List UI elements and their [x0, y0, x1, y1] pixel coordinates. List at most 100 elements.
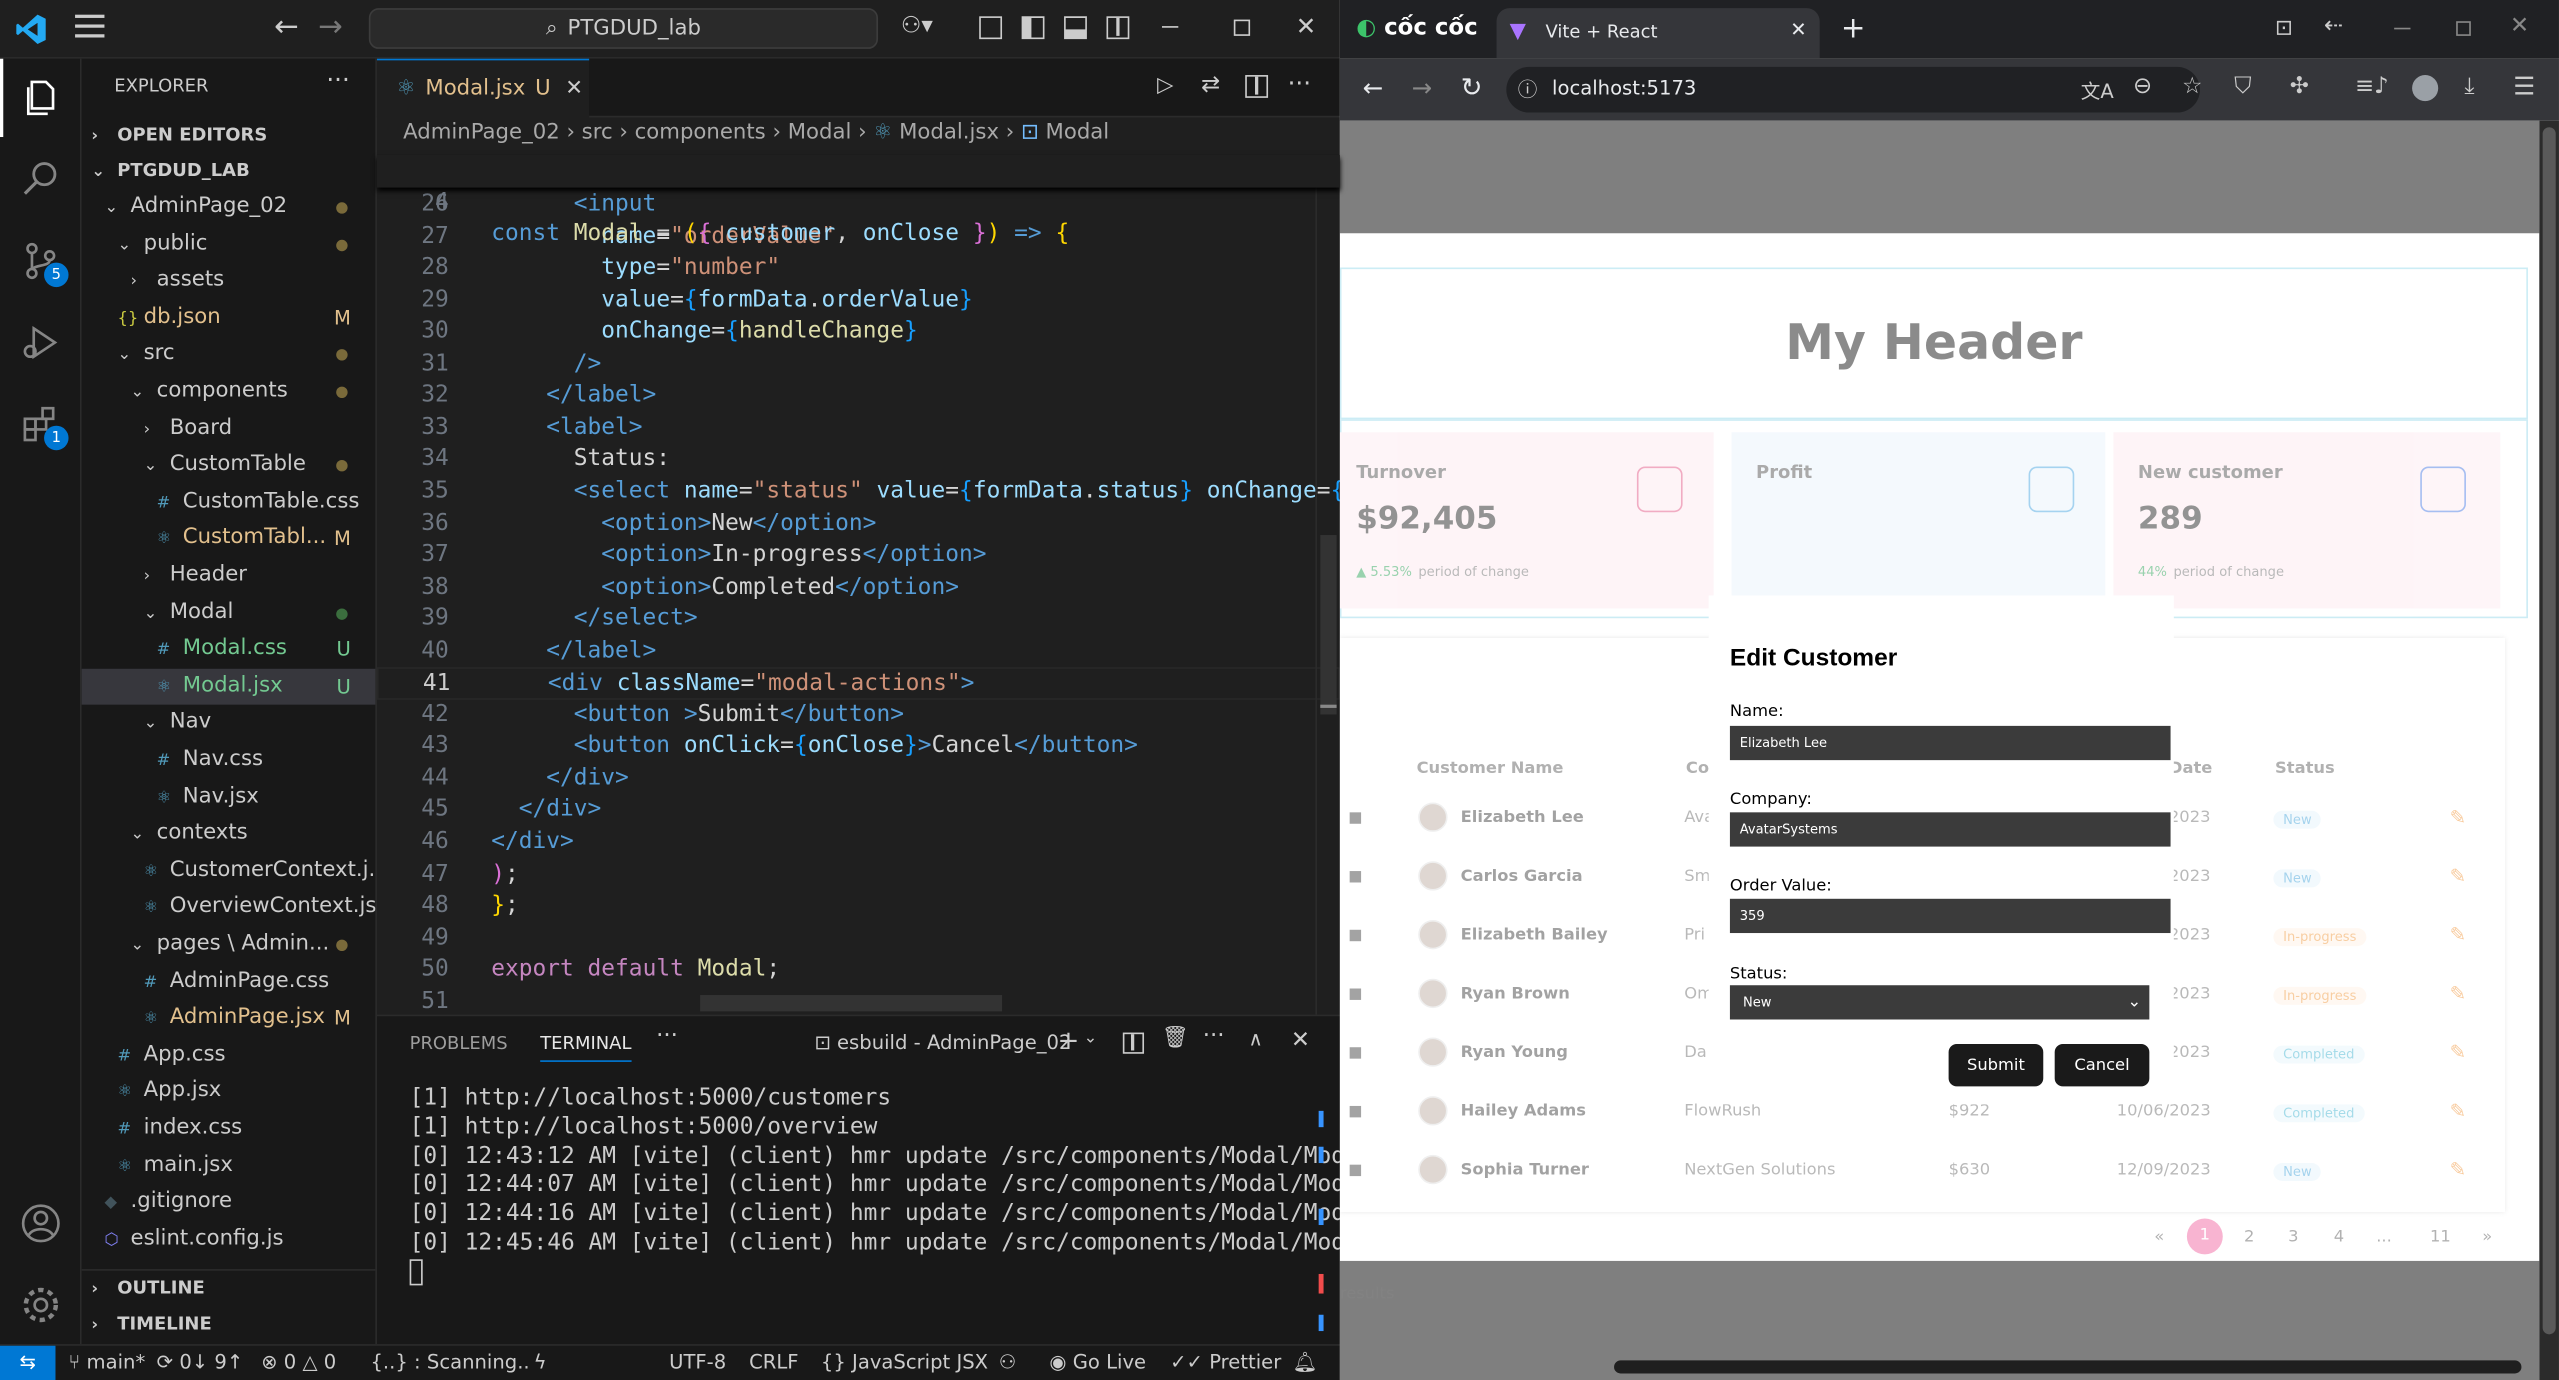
name-input[interactable]: Elizabeth Lee: [1729, 725, 2171, 761]
row-checkbox[interactable]: [1349, 929, 1362, 942]
tree-item[interactable]: ◆ .gitignore: [82, 1185, 376, 1222]
tree-item[interactable]: › Header: [82, 558, 376, 595]
edit-pencil-icon[interactable]: ✎: [2450, 1158, 2466, 1181]
tab-terminal[interactable]: TERMINAL: [540, 1033, 632, 1062]
copilot-icon[interactable]: ⚇▾: [901, 13, 937, 42]
browser-maximize-icon[interactable]: [2456, 21, 2471, 36]
settings-gear-icon[interactable]: [0, 1266, 82, 1344]
run-icon[interactable]: ▷: [1157, 73, 1173, 97]
language-indicator[interactable]: {} JavaScript JSX: [821, 1351, 988, 1374]
minimize-icon[interactable]: [1161, 26, 1179, 28]
browser-menu-icon[interactable]: ☰: [2513, 72, 2535, 101]
row-checkbox[interactable]: [1349, 988, 1362, 1000]
tree-item[interactable]: ⚛ Nav.jsx: [82, 779, 376, 816]
column-header[interactable]: Status: [2275, 760, 2335, 778]
column-header[interactable]: Co: [1686, 760, 1709, 778]
copilot-status-icon[interactable]: ⚇: [999, 1351, 1017, 1374]
encoding-indicator[interactable]: UTF-8: [669, 1351, 726, 1374]
tab-problems[interactable]: PROBLEMS: [410, 1033, 508, 1054]
toggle-secondary-sidebar-icon[interactable]: [1106, 16, 1130, 40]
tree-item[interactable]: ⚛ OverviewContext.jsx: [82, 890, 376, 927]
pagination-item[interactable]: 11: [2430, 1228, 2451, 1246]
tree-item[interactable]: ⚛ Modal.jsx U: [81, 668, 376, 706]
tab-modal-jsx[interactable]: ⚛ Modal.jsx U ✕: [376, 58, 590, 118]
tree-item[interactable]: ⚛ AdminPage.jsx M: [82, 1000, 376, 1037]
maximize-panel-icon[interactable]: ∧: [1248, 1028, 1262, 1051]
branch-indicator[interactable]: ⑂ main*: [69, 1351, 146, 1374]
pagination-item[interactable]: »: [2482, 1228, 2492, 1246]
profile-avatar-icon[interactable]: [2412, 75, 2439, 102]
remote-icon[interactable]: ⇆: [0, 1345, 56, 1380]
browser-minimize-icon[interactable]: [2394, 27, 2411, 30]
row-checkbox[interactable]: [1349, 812, 1362, 824]
edit-pencil-icon[interactable]: ✎: [2450, 1041, 2466, 1064]
split-editor-icon[interactable]: [1245, 75, 1269, 98]
workspace-root[interactable]: ⌄ PTGDUD_LAB: [82, 153, 376, 190]
editor-more-icon[interactable]: ···: [1288, 69, 1311, 98]
more-actions-icon[interactable]: ···: [326, 65, 349, 94]
terminal-selector[interactable]: ⊡ esbuild - AdminPage_02: [814, 1031, 1071, 1054]
browser-tab-close-icon[interactable]: ✕: [1790, 18, 1806, 41]
tree-item[interactable]: ⚛ main.jsx: [82, 1148, 376, 1185]
open-editors-section[interactable]: › OPEN EDITORS: [82, 117, 376, 154]
tab-search-icon[interactable]: ⊡: [2275, 16, 2293, 40]
pagination-item[interactable]: 4: [2334, 1228, 2344, 1246]
tree-item[interactable]: ⌄ AdminPage_02: [82, 189, 376, 226]
timeline-section[interactable]: › TIMELINE: [82, 1307, 376, 1344]
tree-item[interactable]: ⌄ components: [82, 374, 376, 411]
shield-icon[interactable]: ⛉: [2234, 73, 2251, 99]
tree-item[interactable]: ⌄ pages \ Admin...: [82, 927, 376, 964]
run-debug-icon[interactable]: [0, 303, 82, 381]
pagination-item[interactable]: 1: [2186, 1218, 2223, 1255]
breadcrumb-item[interactable]: Modal: [1046, 121, 1110, 145]
toggle-sidebar-icon[interactable]: [1021, 16, 1045, 40]
panel-more-icon[interactable]: ···: [656, 1023, 678, 1049]
tree-item[interactable]: {} db.json M: [82, 300, 376, 337]
go-live-button[interactable]: ◉ Go Live: [1049, 1351, 1146, 1374]
eol-indicator[interactable]: CRLF: [749, 1351, 798, 1374]
edit-pencil-icon[interactable]: ✎: [2450, 1099, 2466, 1122]
tree-item[interactable]: # CustomTable.css: [82, 484, 376, 521]
prettier-indicator[interactable]: ✓✓ Prettier: [1170, 1351, 1281, 1374]
tree-item[interactable]: ⚛ CustomerContext.j...: [82, 853, 376, 890]
extensions-icon[interactable]: 1: [0, 385, 82, 463]
site-info-icon[interactable]: ⓘ: [1518, 75, 1538, 103]
row-checkbox[interactable]: [1349, 1047, 1362, 1059]
download-icon[interactable]: ⤓: [2464, 73, 2474, 99]
browser-tab-active[interactable]: ▼ Vite + React ✕: [1496, 8, 1820, 59]
tree-item[interactable]: › assets: [82, 263, 376, 300]
close-icon[interactable]: ✕: [1296, 11, 1317, 40]
breadcrumb-item[interactable]: Modal.jsx: [899, 121, 999, 145]
tree-item[interactable]: ⚛ CustomTabl... M: [82, 521, 376, 558]
editor-horizontal-scrollbar[interactable]: [377, 995, 1340, 1015]
tree-item[interactable]: ⌄ src: [82, 337, 376, 374]
company-input[interactable]: AvatarSystems: [1729, 812, 2171, 847]
kill-terminal-icon[interactable]: 🗑: [1162, 1026, 1189, 1050]
back-arrow-icon[interactable]: ←: [274, 10, 299, 44]
history-icon[interactable]: ⇠: [2324, 13, 2343, 39]
pagination-item[interactable]: 3: [2288, 1228, 2298, 1246]
tree-item[interactable]: ⚛ App.jsx: [82, 1074, 376, 1111]
submit-button[interactable]: Submit: [1948, 1043, 2044, 1087]
close-panel-icon[interactable]: ✕: [1291, 1028, 1310, 1054]
translate-icon[interactable]: 文A: [2081, 77, 2114, 105]
status-select[interactable]: New ⌄: [1729, 985, 2150, 1020]
browser-close-icon[interactable]: ✕: [2510, 13, 2529, 39]
breadcrumb-item[interactable]: Modal: [788, 121, 852, 145]
column-header[interactable]: Date: [2169, 760, 2212, 778]
breadcrumb-item[interactable]: AdminPage_02: [403, 121, 560, 145]
row-checkbox[interactable]: [1349, 1105, 1362, 1118]
extensions-puzzle-icon[interactable]: ✣: [2290, 73, 2309, 99]
tab-close-icon[interactable]: ✕: [565, 77, 583, 101]
forward-arrow-icon[interactable]: →: [318, 10, 343, 44]
tree-item[interactable]: # Nav.css: [82, 742, 376, 779]
edit-pencil-icon[interactable]: ✎: [2450, 806, 2466, 829]
problems-indicator[interactable]: ⊗ 0 △ 0: [261, 1351, 336, 1374]
split-terminal-icon[interactable]: [1122, 1032, 1145, 1054]
new-tab-icon[interactable]: +: [1841, 11, 1866, 45]
tree-item[interactable]: ⌄ public: [82, 226, 376, 263]
command-center-search[interactable]: ⌕ PTGDUD_lab: [368, 8, 879, 49]
terminal-more-icon[interactable]: ···: [1203, 1023, 1225, 1049]
tree-item[interactable]: ⌄ contexts: [82, 816, 376, 853]
cancel-button[interactable]: Cancel: [2054, 1043, 2150, 1087]
